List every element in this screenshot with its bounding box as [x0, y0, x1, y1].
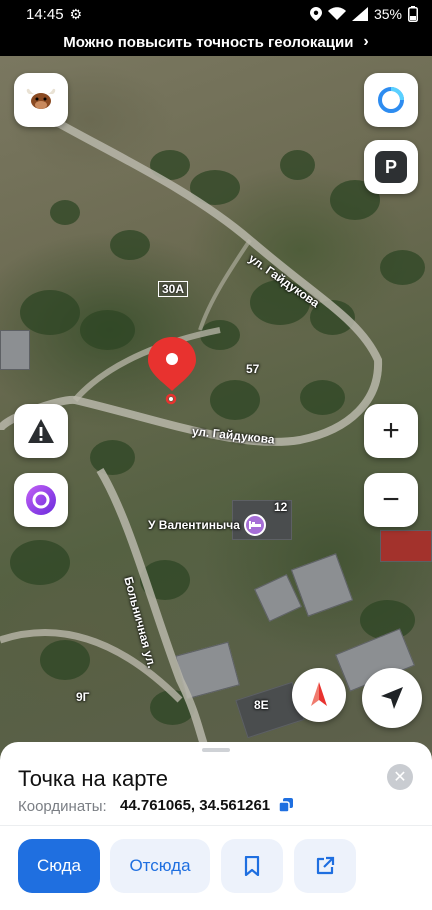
alice-button[interactable] — [14, 473, 68, 527]
sheet-grabber[interactable] — [202, 748, 230, 752]
sheet-divider — [0, 825, 432, 826]
route-from-here-button[interactable]: Отсюда — [110, 839, 210, 893]
my-location-arrow-icon — [381, 687, 403, 709]
house-number: 9Г — [76, 690, 90, 704]
road-event-button[interactable] — [14, 404, 68, 458]
pin-icon — [148, 337, 196, 405]
battery-percent: 35% — [373, 6, 402, 22]
location-pin[interactable] — [146, 335, 198, 410]
coordinates-label: Координаты: — [18, 798, 107, 815]
copy-icon[interactable] — [278, 798, 293, 817]
share-button[interactable] — [294, 839, 356, 893]
alice-assistant-button[interactable] — [364, 73, 418, 127]
bookmark-button[interactable] — [221, 839, 283, 893]
gear-icon: ⚙ — [69, 5, 83, 22]
alice-icon — [26, 485, 56, 515]
road-event-icon — [28, 419, 54, 443]
compass-icon — [311, 682, 327, 706]
share-icon — [316, 856, 335, 875]
battery-icon — [408, 6, 418, 22]
status-bar: 14:45 ⚙ 35% — [0, 0, 432, 28]
bookmark-icon — [244, 856, 260, 876]
compass-button[interactable] — [292, 668, 346, 722]
status-icons: 35% — [309, 6, 418, 22]
geolocation-banner[interactable]: Можно повысить точность геолокации › — [0, 28, 432, 56]
house-number: 8Е — [254, 698, 269, 712]
zoom-in-button[interactable]: + — [364, 404, 418, 458]
parking-button[interactable]: P — [364, 140, 418, 194]
bed-icon — [249, 521, 261, 529]
my-location-button[interactable] — [362, 668, 422, 728]
house-number: 57 — [246, 362, 260, 376]
chevron-right-icon: › — [363, 33, 369, 50]
banner-text: Можно повысить точность геолокации — [63, 33, 354, 51]
house-number: 30А — [158, 281, 189, 297]
coordinates-value[interactable]: 44.761065, 34.561261 — [120, 797, 270, 814]
sheet-title: Точка на карте — [18, 766, 169, 791]
alice-ring-icon — [378, 87, 404, 113]
house-number: 12 — [274, 500, 288, 514]
signal-icon — [351, 7, 368, 21]
poi-label[interactable]: У Валентиныча — [148, 518, 240, 532]
route-here-button[interactable]: Сюда — [18, 839, 100, 893]
bull-avatar-icon — [26, 88, 56, 109]
copy-glyph — [278, 798, 293, 813]
zoom-out-button[interactable]: − — [364, 473, 418, 527]
hotel-icon[interactable] — [244, 514, 266, 536]
location-icon — [309, 7, 322, 21]
profile-button[interactable] — [14, 73, 68, 127]
status-time: 14:45 — [26, 5, 64, 23]
wifi-icon — [327, 7, 346, 20]
parking-icon: P — [375, 151, 407, 183]
close-button[interactable]: ✕ — [387, 764, 413, 790]
